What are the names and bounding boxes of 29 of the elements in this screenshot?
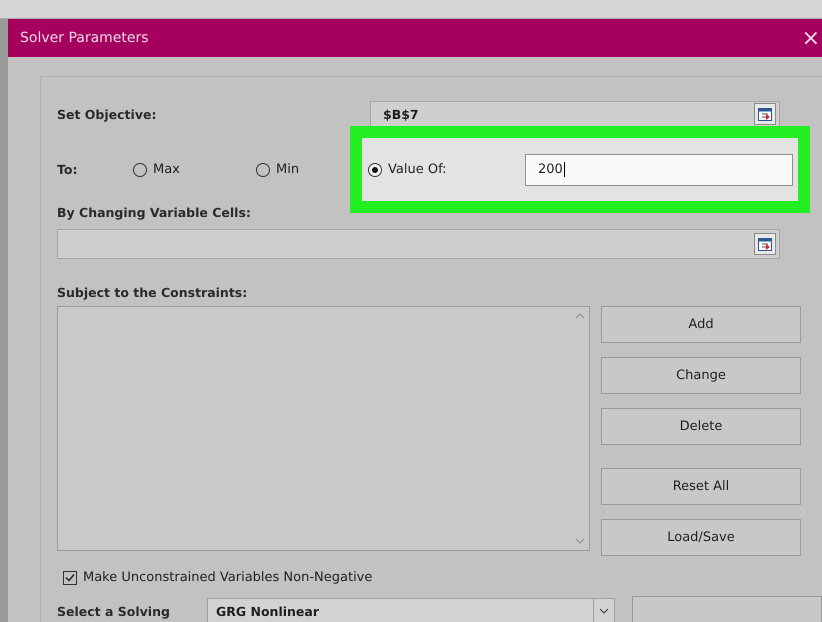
checkbox-label: Make Unconstrained Variables Non-Negative xyxy=(83,570,372,585)
radio-option[interactable]: Max xyxy=(133,162,256,177)
range-select-icon xyxy=(758,238,772,250)
value-field[interactable]: 200 xyxy=(525,154,793,186)
checkbox[interactable] xyxy=(63,570,77,584)
caret-icon xyxy=(599,608,609,614)
field-label: By Changing Variable Cells: xyxy=(57,205,251,220)
close-button[interactable]: × xyxy=(802,26,822,50)
objective-field[interactable]: $B$7 xyxy=(370,101,780,127)
field-label: Select a Solving xyxy=(57,604,171,618)
dialog-button[interactable]: Reset All xyxy=(601,468,801,505)
dialog-button[interactable] xyxy=(632,596,822,622)
field-label: Set Objective: xyxy=(57,106,158,122)
field-label: Subject to the Constraints: xyxy=(57,285,248,300)
window-title: Solver Parameters xyxy=(20,30,149,46)
range-select-button[interactable] xyxy=(754,103,776,125)
radio-option[interactable]: Min xyxy=(256,162,350,177)
scroll-up-icon[interactable] xyxy=(575,313,585,319)
dialog-button[interactable]: Add xyxy=(601,306,801,343)
scroll-down-icon[interactable] xyxy=(575,538,585,544)
solving-method-dropdown[interactable]: GRG Nonlinear xyxy=(207,598,615,622)
field-label: To: xyxy=(57,162,78,177)
dialog-button[interactable]: Delete xyxy=(601,408,801,445)
range-select-button[interactable] xyxy=(754,233,776,255)
range-select-icon xyxy=(758,108,772,120)
dialog-button[interactable]: Change xyxy=(601,357,801,394)
radio-option[interactable]: Value Of: xyxy=(368,162,525,177)
variable-cells-field[interactable] xyxy=(57,229,780,259)
dialog-button[interactable]: Load/Save xyxy=(601,519,801,556)
